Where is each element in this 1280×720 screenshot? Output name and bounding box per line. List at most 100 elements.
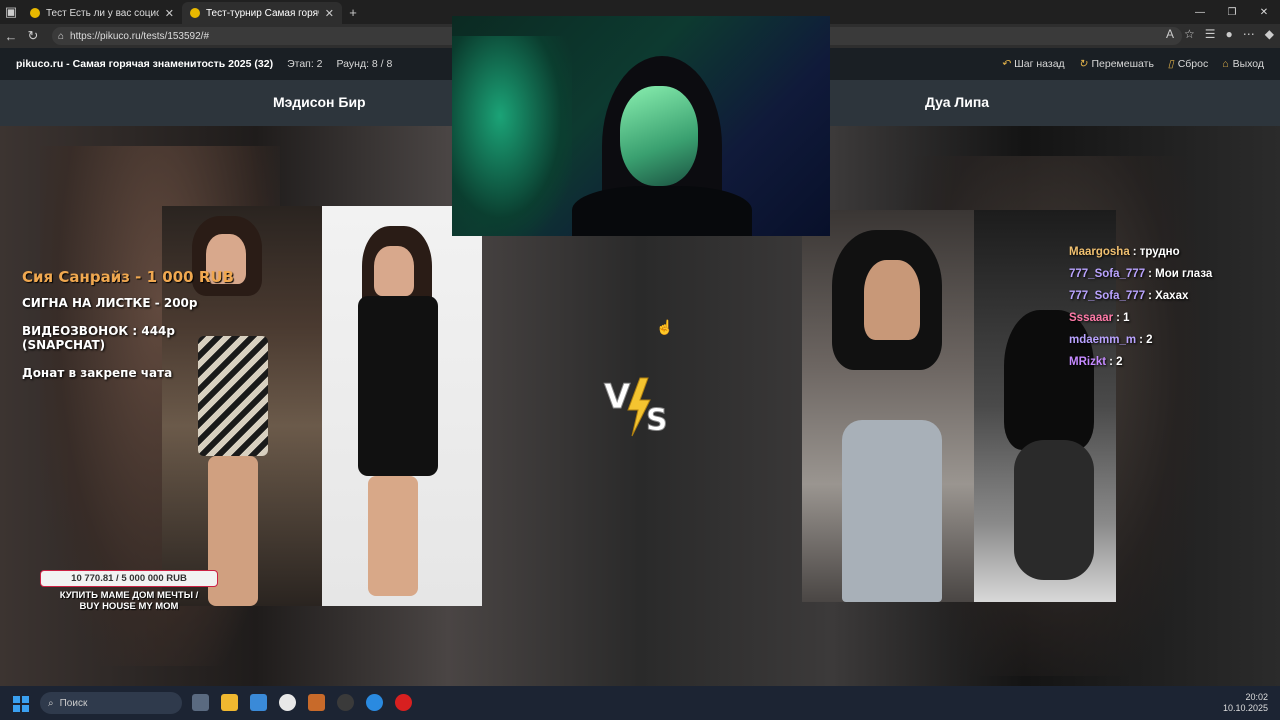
right-contender-name: Дуа Липа <box>925 94 990 110</box>
search-placeholder: Поиск <box>59 697 88 709</box>
windows-taskbar: ⌕ Поиск 20:02 10.10.2025 <box>0 686 1280 720</box>
chat-username: mdaemm_m <box>1069 334 1137 346</box>
chat-text: : 1 <box>1116 312 1130 324</box>
clock-time: 20:02 <box>1245 692 1268 702</box>
windows-start-icon[interactable] <box>13 696 29 712</box>
taskbar-clock[interactable]: 20:02 10.10.2025 <box>1223 692 1268 714</box>
step-back-button[interactable]: ↶ Шаг назад <box>1001 58 1064 70</box>
overlay-line: (SNAPCHAT) <box>22 338 106 352</box>
figure-shape <box>1014 440 1094 580</box>
chat-message: Maargosha: трудно <box>1069 246 1212 268</box>
streamer-body-shape <box>572 186 752 236</box>
chat-username: Maargosha <box>1069 246 1130 258</box>
chat-username: MRizkt <box>1069 356 1107 368</box>
site-info-icon[interactable]: ⌂ <box>58 31 64 42</box>
mouse-pointer-icon: ☝ <box>656 319 674 335</box>
tab-label: Тест-турнир Самая горячая знам <box>206 7 319 19</box>
stage-label: Этап: 2 <box>287 58 323 70</box>
goal-text: BUY HOUSE MY MOM <box>79 601 179 612</box>
shuffle-icon: ↻ <box>1078 58 1088 70</box>
reset-button[interactable]: ▯ Сброс <box>1168 58 1208 70</box>
silver-top-shape <box>842 420 942 602</box>
read-aloud-icon[interactable]: A <box>1166 27 1174 41</box>
goal-progress-bar: 10 770.81 / 5 000 000 RUB <box>40 570 218 587</box>
exit-button[interactable]: ⌂ Выход <box>1222 58 1264 70</box>
taskbar-apps <box>192 694 412 711</box>
face-shape <box>864 260 920 340</box>
top-donation-label: Сия Санрайз - 1 000 RUB <box>22 268 234 286</box>
shuffle-button[interactable]: ↻ Перемешать <box>1079 58 1154 70</box>
chat-text: : Мои глаза <box>1148 268 1213 280</box>
trash-icon: ▯ <box>1167 58 1174 70</box>
collections-icon[interactable]: ☰ <box>1205 27 1216 41</box>
face-shape <box>374 246 414 296</box>
chat-text: : Хахах <box>1148 290 1189 302</box>
site-title: pikuco.ru - Самая горячая знаменитость 2… <box>16 58 274 70</box>
overlay-line: Донат в закрепе чата <box>22 366 173 380</box>
black-dress-shape <box>358 296 438 476</box>
tab-tournament[interactable]: Тест-турнир Самая горячая знам ✕ <box>182 2 342 24</box>
left-contender-photo-2[interactable] <box>322 206 482 606</box>
copilot-icon[interactable]: ◆ <box>1265 27 1274 41</box>
search-icon: ⌕ <box>48 697 54 709</box>
streamer-webcam <box>452 16 830 236</box>
undo-icon: ↶ <box>1001 58 1011 70</box>
tab-close-icon[interactable]: ✕ <box>325 7 334 20</box>
url-text: https://pikuco.ru/tests/153592/# <box>70 30 210 42</box>
site-actions: ↶ Шаг назад ↻ Перемешать ▯ Сброс ⌂ Выход <box>1001 48 1264 80</box>
yandex-browser-icon[interactable] <box>279 694 296 711</box>
taskbar-search[interactable]: ⌕ Поиск <box>40 692 182 714</box>
back-arrow-icon[interactable]: ← <box>0 29 22 44</box>
goal-text: КУПИТЬ МАМЕ ДОМ МЕЧТЫ / <box>59 590 199 601</box>
chat-message: 777_Sofa_777: Хахах <box>1069 290 1212 312</box>
chat-text: : трудно <box>1132 246 1180 258</box>
chat-message: Sssaaar: 1 <box>1069 312 1212 334</box>
profile-avatar-icon[interactable]: ● <box>1226 27 1233 41</box>
stream-donation-overlay: Сия Санрайз - 1 000 RUB СИГНА НА ЛИСТКЕ … <box>22 268 234 380</box>
favorite-star-icon[interactable]: ☆ <box>1184 27 1195 41</box>
tab-favicon-icon <box>30 8 40 18</box>
close-window-icon[interactable]: ✕ <box>1248 0 1280 24</box>
task-view-icon[interactable] <box>192 694 209 711</box>
donation-goal-widget: 10 770.81 / 5 000 000 RUB КУПИТЬ МАМЕ ДО… <box>40 570 218 612</box>
chat-username: 777_Sofa_777 <box>1069 290 1146 302</box>
green-light-shape <box>452 36 572 236</box>
file-explorer-icon[interactable] <box>221 694 238 711</box>
maximize-icon[interactable]: ❐ <box>1216 0 1248 24</box>
vs-emblem: V S <box>604 377 669 439</box>
chat-message: mdaemm_m: 2 <box>1069 334 1212 356</box>
vs-letter-s: S <box>646 403 668 438</box>
streamer-face-shape <box>620 86 698 186</box>
store-icon[interactable] <box>250 694 267 711</box>
new-tab-icon[interactable]: + <box>342 5 364 20</box>
overlay-line: СИГНА НА ЛИСТКЕ - 200р <box>22 296 198 310</box>
clock-date: 10.10.2025 <box>1222 703 1268 713</box>
browser-toolbar: A ☆ ☰ ● ⋯ ◆ <box>1166 27 1274 41</box>
vs-letter-v: V <box>604 377 631 417</box>
tab-actions-icon[interactable]: ▣ <box>0 4 22 20</box>
right-contender-photo-1[interactable] <box>802 210 974 602</box>
chat-username: 777_Sofa_777 <box>1069 268 1146 280</box>
chat-text: : 2 <box>1139 334 1153 346</box>
tab-close-icon[interactable]: ✕ <box>165 7 174 20</box>
left-contender-photo-1[interactable] <box>162 206 322 606</box>
legs-shape <box>368 476 418 596</box>
obs-icon[interactable] <box>337 694 354 711</box>
stream-chat-overlay: Maargosha: трудно 777_Sofa_777: Мои глаз… <box>1069 246 1212 378</box>
youtube-icon[interactable] <box>395 694 412 711</box>
round-label: Раунд: 8 / 8 <box>336 58 393 70</box>
chat-message: 777_Sofa_777: Мои глаза <box>1069 268 1212 290</box>
tab-sociophobia[interactable]: Тест Есть ли у вас социофобия? ✕ <box>22 2 182 24</box>
overlay-line: ВИДЕОЗВОНОК : 444р <box>22 324 175 338</box>
window-controls: — ❐ ✕ <box>1184 0 1280 24</box>
refresh-icon[interactable]: ↻ <box>22 28 44 44</box>
shield-app-icon[interactable] <box>308 694 325 711</box>
tab-favicon-icon <box>190 8 200 18</box>
home-icon: ⌂ <box>1222 58 1229 70</box>
more-menu-icon[interactable]: ⋯ <box>1243 27 1255 41</box>
chat-username: Sssaaar <box>1069 312 1114 324</box>
edge-icon[interactable] <box>366 694 383 711</box>
tab-label: Тест Есть ли у вас социофобия? <box>46 7 159 19</box>
minimize-icon[interactable]: — <box>1184 0 1216 24</box>
chat-message: MRizkt: 2 <box>1069 356 1212 378</box>
